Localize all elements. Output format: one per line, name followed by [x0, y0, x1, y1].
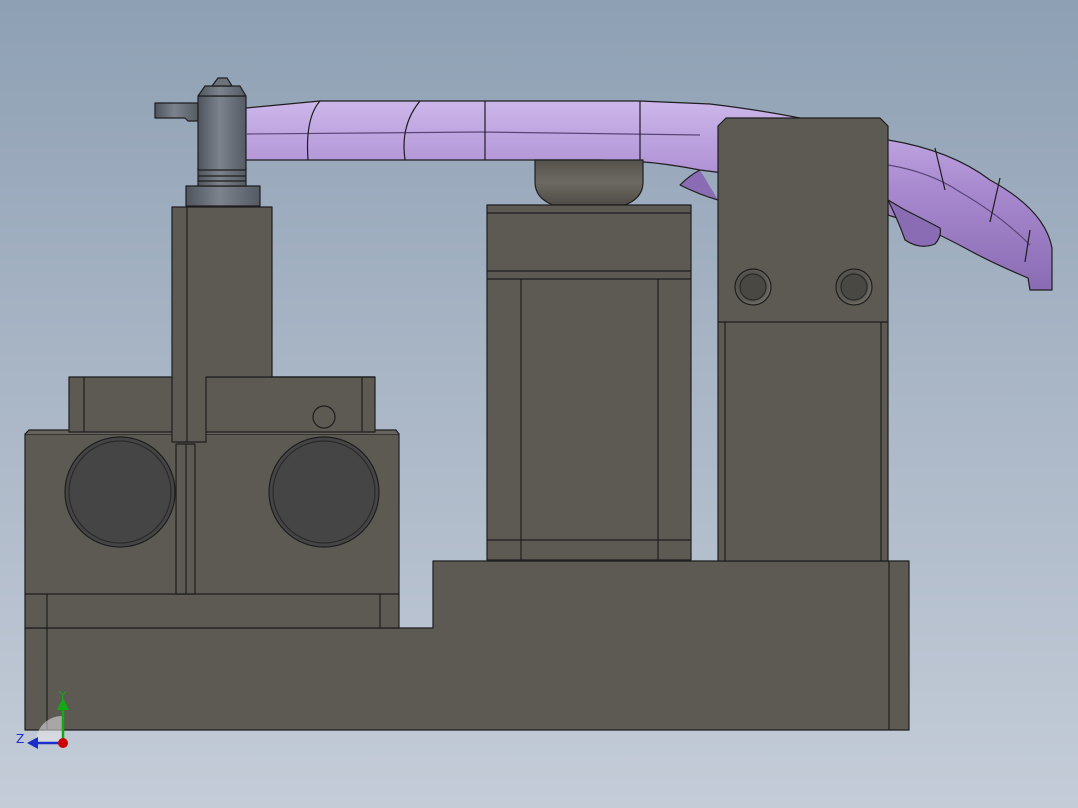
triad-z-label: Z: [16, 732, 25, 746]
right-housing-block[interactable]: [717, 117, 889, 562]
pivot-pin[interactable]: [154, 77, 261, 207]
right-bore-hole: [268, 436, 380, 548]
rotary-motor[interactable]: [486, 159, 692, 561]
left-bore-hole: [64, 436, 176, 548]
x-axis-dot: [58, 738, 68, 748]
assembly-model[interactable]: [0, 0, 1078, 808]
cad-viewport[interactable]: Y Z: [0, 0, 1078, 808]
z-axis-head: [27, 737, 38, 749]
triad-y-label: Y: [59, 689, 67, 703]
small-hole: [312, 405, 336, 429]
